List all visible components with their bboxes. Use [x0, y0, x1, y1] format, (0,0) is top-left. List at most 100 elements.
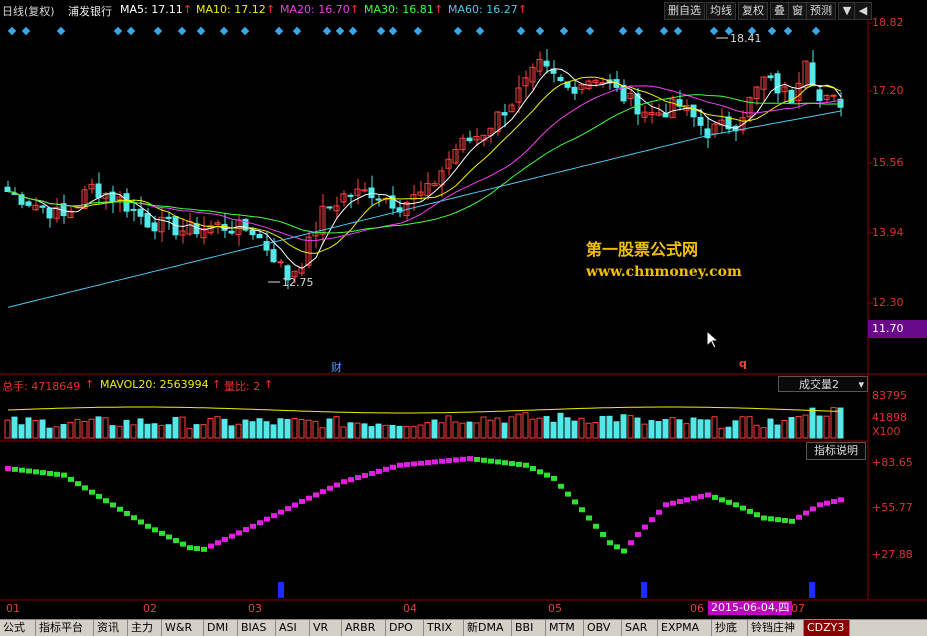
tab-9[interactable]: ARBR [342, 620, 386, 636]
tab-2[interactable]: 资讯 [94, 620, 128, 636]
indicator-step [649, 517, 655, 523]
tab-0[interactable]: 公式 [0, 620, 36, 636]
indicator-step [19, 467, 25, 473]
tab-15[interactable]: OBV [584, 620, 622, 636]
indicator-step [61, 472, 67, 478]
candle-body [347, 194, 354, 197]
indicator-tab-bar: 公式 指标平台 资讯 主力 W&R DMI BIAS ASI VR ARBR DPO TRIX 新DMA… [0, 619, 927, 636]
volume-bar [620, 414, 627, 439]
tab-14[interactable]: MTM [546, 620, 584, 636]
chevron-down-icon: ▾ [858, 378, 864, 391]
indicator-step [803, 510, 809, 516]
tab-1[interactable]: 指标平台 [36, 620, 94, 636]
indicator-step [418, 460, 424, 466]
signal-marker [475, 26, 485, 36]
volume-bar [683, 423, 690, 439]
indicator-step [397, 462, 403, 468]
tab-20[interactable]: CDZY3 [804, 620, 850, 636]
candle-body [165, 216, 172, 219]
indicator-step [26, 468, 32, 474]
volume-bar [249, 421, 256, 439]
indicator-step [600, 532, 606, 538]
volume-bar [389, 424, 396, 439]
q-marker[interactable]: q [739, 357, 747, 370]
tab-8[interactable]: VR [310, 620, 342, 636]
signal-marker [348, 26, 358, 36]
volume-bar [480, 416, 487, 439]
tab-3[interactable]: 主力 [128, 620, 162, 636]
tab-16[interactable]: SAR [622, 620, 658, 636]
volume-bar [417, 424, 424, 439]
indicator-step [264, 516, 270, 522]
volume-unit-label: X100 [872, 425, 901, 438]
indicator-step [152, 527, 158, 533]
tab-6[interactable]: BIAS [238, 620, 276, 636]
indicator-step [810, 506, 816, 512]
indicator-step [761, 515, 767, 521]
volume-ratio: 量比: 2 [224, 380, 261, 393]
mavol-value: MAVOL20: 2563994 [100, 378, 209, 391]
volume-bar [529, 418, 536, 439]
indicator-step [180, 541, 186, 547]
tab-12[interactable]: 新DMA [464, 620, 512, 636]
volume-bar [487, 419, 494, 439]
indicator-step [159, 530, 165, 536]
tab-4[interactable]: W&R [162, 620, 204, 636]
indicator-step [579, 507, 585, 513]
indicator-step [68, 476, 74, 482]
volume-bar [543, 416, 550, 439]
indicator-step [446, 458, 452, 464]
kline-chart[interactable] [0, 0, 927, 635]
volume-bar [564, 417, 571, 439]
indicator-step [166, 534, 172, 540]
volume-bar [382, 424, 389, 439]
volume-indicator-label: 成交量2 [799, 378, 839, 391]
volume-bar [179, 416, 186, 439]
finance-marker[interactable]: 财 [331, 359, 342, 375]
indicator-step [558, 483, 564, 489]
price-label: 18.82 [872, 16, 904, 29]
volume-bar [606, 415, 613, 439]
volume-bar [193, 424, 200, 439]
volume-indicator-dropdown[interactable]: 成交量2 ▾ [778, 376, 868, 392]
indicator-step [222, 536, 228, 542]
volume-bar [494, 417, 501, 439]
price-label: 15.56 [872, 156, 904, 169]
candle-body [256, 234, 263, 239]
tab-10[interactable]: DPO [386, 620, 424, 636]
signal-marker [292, 26, 302, 36]
indicator-step [5, 466, 11, 472]
volume-bar [669, 417, 676, 439]
tab-5[interactable]: DMI [204, 620, 238, 636]
volume-bar [312, 420, 319, 439]
candle-body [816, 89, 823, 102]
volume-bar [410, 425, 417, 439]
indicator-step [117, 506, 123, 512]
volume-bar [284, 418, 291, 439]
indicator-step [740, 505, 746, 511]
indicator-step [236, 530, 242, 536]
volume-bar [172, 416, 179, 439]
tab-18[interactable]: 抄底 [712, 620, 748, 636]
tab-7[interactable]: ASI [276, 620, 310, 636]
tab-13[interactable]: BBI [512, 620, 546, 636]
candle-body [130, 208, 137, 211]
volume-bar [256, 418, 263, 439]
volume-bar [46, 427, 53, 439]
signal-marker [811, 26, 821, 36]
tab-19[interactable]: 铃铛庄神 [748, 620, 804, 636]
volume-bar [592, 422, 599, 439]
signal-marker [240, 26, 250, 36]
ma5-line [7, 68, 842, 269]
tab-17[interactable]: EXPMA [658, 620, 712, 636]
total-volume-arrow: ↑ [85, 378, 95, 391]
indicator-step [194, 546, 200, 552]
signal-bar [278, 582, 284, 598]
indicator-help-button[interactable]: 指标说明 [806, 442, 866, 460]
candle-body [263, 241, 270, 251]
candle-body [697, 116, 704, 126]
cursor-date: 2015-06-04,四 [708, 601, 793, 615]
volume-bar [207, 418, 214, 439]
tab-11[interactable]: TRIX [424, 620, 464, 636]
volume-bar [130, 424, 137, 439]
